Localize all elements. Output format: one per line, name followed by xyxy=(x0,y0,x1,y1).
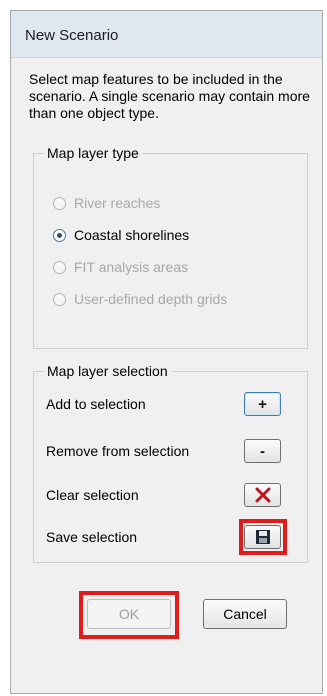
dialog-title: New Scenario xyxy=(25,27,119,44)
radio-river-reaches[interactable]: River reaches xyxy=(53,195,160,211)
radio-coastal-shorelines[interactable]: Coastal shorelines xyxy=(53,227,189,243)
radio-fit-analysis-areas[interactable]: FIT analysis areas xyxy=(53,259,188,275)
radio-coastal-shorelines-indicator xyxy=(53,228,66,242)
plus-icon: + xyxy=(258,395,267,413)
radio-river-reaches-indicator xyxy=(53,196,66,210)
clear-selection-button[interactable] xyxy=(244,483,281,507)
radio-user-defined-depth-grids[interactable]: User-defined depth grids xyxy=(53,291,227,307)
add-to-selection-button[interactable]: + xyxy=(244,392,281,416)
radio-user-defined-depth-grids-label: User-defined depth grids xyxy=(74,291,228,307)
red-x-icon xyxy=(255,487,270,503)
radio-user-defined-depth-grids-indicator xyxy=(53,292,66,306)
add-to-selection-label: Add to selection xyxy=(46,396,146,412)
title-bar: New Scenario xyxy=(11,11,322,58)
save-selection-label: Save selection xyxy=(46,529,138,545)
map-layer-type-title: Map layer type xyxy=(44,145,142,161)
minus-icon: - xyxy=(260,442,265,460)
remove-from-selection-button[interactable]: - xyxy=(244,439,281,463)
cancel-button[interactable]: Cancel xyxy=(203,599,287,629)
radio-coastal-shorelines-label: Coastal shorelines xyxy=(74,227,190,243)
new-scenario-dialog: New Scenario Select map features to be i… xyxy=(10,10,323,694)
map-layer-selection-title: Map layer selection xyxy=(44,363,171,379)
save-selection-highlight xyxy=(239,519,287,555)
instructions-text: Select map features to be included in th… xyxy=(29,71,310,121)
radio-fit-analysis-areas-indicator xyxy=(53,260,66,274)
ok-button-highlight xyxy=(79,591,179,639)
radio-fit-analysis-areas-label: FIT analysis areas xyxy=(74,259,189,275)
radio-river-reaches-label: River reaches xyxy=(74,195,161,211)
remove-from-selection-label: Remove from selection xyxy=(46,443,190,459)
map-layer-type-group: Map layer type xyxy=(33,145,308,349)
clear-selection-label: Clear selection xyxy=(46,487,139,503)
